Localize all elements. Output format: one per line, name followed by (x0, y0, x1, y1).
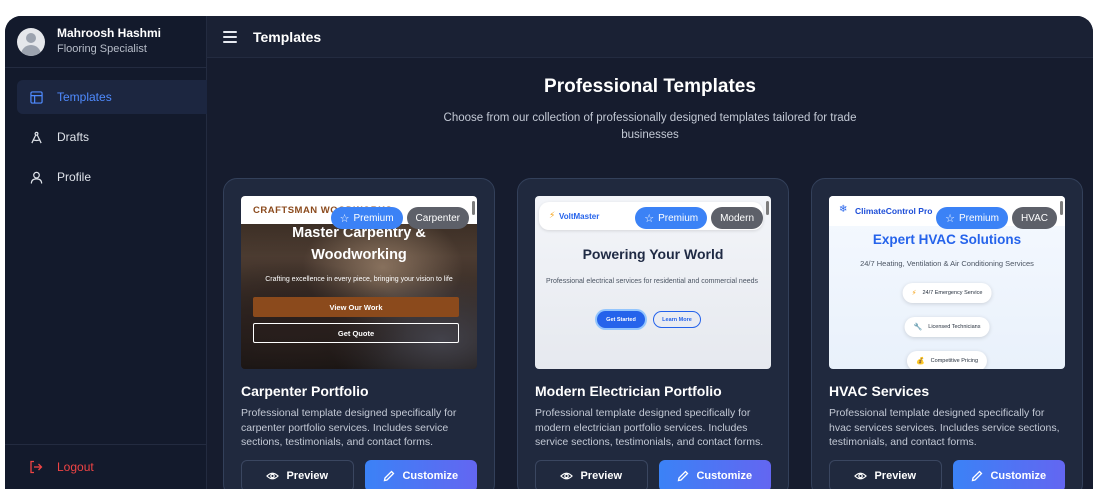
avatar (17, 27, 45, 56)
thumbnail-heading: Expert HVAC Solutions (872, 232, 1022, 247)
hero-title: Professional Templates (544, 76, 756, 97)
card-description: Professional template designed specifica… (241, 407, 457, 448)
eye-icon (266, 471, 280, 481)
sidebar-item-templates[interactable]: Templates (17, 80, 207, 114)
eye-icon (854, 471, 868, 481)
thumbnail-primary-button: View Our Work (253, 297, 459, 317)
drafting-compass-icon (29, 130, 43, 144)
sidebar-item-drafts[interactable]: Drafts (17, 120, 207, 154)
logout-button[interactable]: Logout (17, 455, 207, 479)
card-description: Professional template designed specifica… (535, 407, 764, 448)
premium-badge: ☆ Premium (635, 207, 708, 229)
template-thumbnail[interactable]: ⚡ VoltMaster Powering Your World Profess… (535, 196, 771, 369)
sidebar-item-label: Profile (57, 170, 92, 184)
card-title: Modern Electrician Portfolio (535, 383, 722, 399)
pencil-icon (383, 470, 395, 482)
snowflake-icon: ❄ (839, 204, 848, 215)
customize-button[interactable]: Customize (658, 460, 771, 489)
thumbnail-scrollbar (766, 201, 769, 215)
logout-label: Logout (57, 460, 94, 474)
premium-badge: ☆ Premium (936, 207, 1008, 229)
money-bag-icon: 💰 (915, 358, 925, 365)
bolt-icon: ⚡ (911, 290, 917, 297)
pencil-icon (971, 470, 983, 482)
thumbnail-tagline: Professional electrical services for res… (545, 278, 759, 285)
main-content: Templates Professional Templates Choose … (207, 16, 1093, 489)
thumbnail-heading: Woodworking (311, 247, 407, 263)
card-description: Professional template designed specifica… (829, 407, 1060, 448)
sidebar-nav: Templates Drafts Profile (5, 80, 207, 194)
layout-icon (29, 90, 43, 104)
user-icon (29, 170, 43, 184)
category-badge: Carpenter (406, 207, 469, 229)
thumbnail-tagline: Crafting excellence in every piece, brin… (265, 276, 453, 283)
thumbnail-heading: Powering Your World (582, 246, 724, 262)
customize-button[interactable]: Customize (952, 460, 1065, 489)
card-title: HVAC Services (829, 383, 930, 399)
bolt-icon: ⚡ (549, 210, 556, 220)
user-profile-summary: Mahroosh Hashmi Flooring Specialist (5, 16, 206, 68)
thumbnail-scrollbar (472, 201, 475, 215)
star-icon: ☆ (339, 212, 350, 225)
thumbnail-secondary-button: Get Quote (253, 323, 459, 343)
template-thumbnail[interactable]: ❄ ClimateControl Pro Expert HVAC Solutio… (829, 196, 1065, 369)
card-title: Carpenter Portfolio (241, 383, 369, 399)
preview-button[interactable]: Preview (829, 460, 942, 489)
hero-section: Professional Templates Choose from our c… (207, 58, 1093, 144)
star-icon: ☆ (945, 212, 955, 225)
category-badge: Modern (711, 207, 763, 229)
premium-badge: ☆ Premium (330, 207, 403, 229)
user-name: Mahroosh Hashmi (57, 26, 162, 40)
divider (5, 444, 206, 445)
feature-chip: 🔧 Licensed Technicians (904, 317, 990, 337)
customize-button[interactable]: Customize (364, 460, 477, 489)
thumbnail-primary-button: Get Started (597, 311, 645, 328)
top-bar: Templates (207, 16, 1093, 58)
menu-icon[interactable] (223, 30, 237, 43)
template-card-carpenter: CRAFTSMAN WOODWORKS Master Carpentry & W… (223, 178, 495, 489)
thumbnail-secondary-button: Learn More (653, 311, 701, 328)
feature-chip: ⚡ 24/7 Emergency Service (902, 283, 992, 303)
preview-button[interactable]: Preview (241, 460, 354, 489)
template-card-hvac: ❄ ClimateControl Pro Expert HVAC Solutio… (811, 178, 1083, 489)
thumbnail-brand: VoltMaster (559, 212, 600, 221)
thumbnail-brand: ClimateControl Pro (855, 206, 933, 216)
sidebar-item-profile[interactable]: Profile (17, 160, 207, 194)
sidebar-item-label: Templates (57, 90, 112, 104)
feature-chip: 💰 Competitive Pricing (906, 351, 988, 369)
user-role: Flooring Specialist (57, 43, 147, 55)
template-card-electrician: ⚡ VoltMaster Powering Your World Profess… (517, 178, 789, 489)
template-thumbnail[interactable]: CRAFTSMAN WOODWORKS Master Carpentry & W… (241, 196, 477, 369)
sidebar: Mahroosh Hashmi Flooring Specialist Temp… (5, 16, 207, 489)
logout-icon (29, 460, 43, 474)
template-grid: CRAFTSMAN WOODWORKS Master Carpentry & W… (223, 178, 1083, 489)
eye-icon (560, 471, 574, 481)
category-badge: HVAC (1011, 207, 1057, 229)
thumbnail-tagline: 24/7 Heating, Ventilation & Air Conditio… (860, 259, 1034, 268)
page-title: Templates (253, 28, 322, 45)
hero-subtitle: Choose from our collection of profession… (443, 112, 857, 141)
pencil-icon (677, 470, 689, 482)
preview-button[interactable]: Preview (535, 460, 648, 489)
star-icon: ☆ (644, 212, 655, 225)
thumbnail-scrollbar (1060, 201, 1063, 215)
sidebar-item-label: Drafts (57, 130, 90, 144)
wrench-icon: 🔧 (913, 324, 923, 331)
app-window: Mahroosh Hashmi Flooring Specialist Temp… (5, 16, 1093, 489)
